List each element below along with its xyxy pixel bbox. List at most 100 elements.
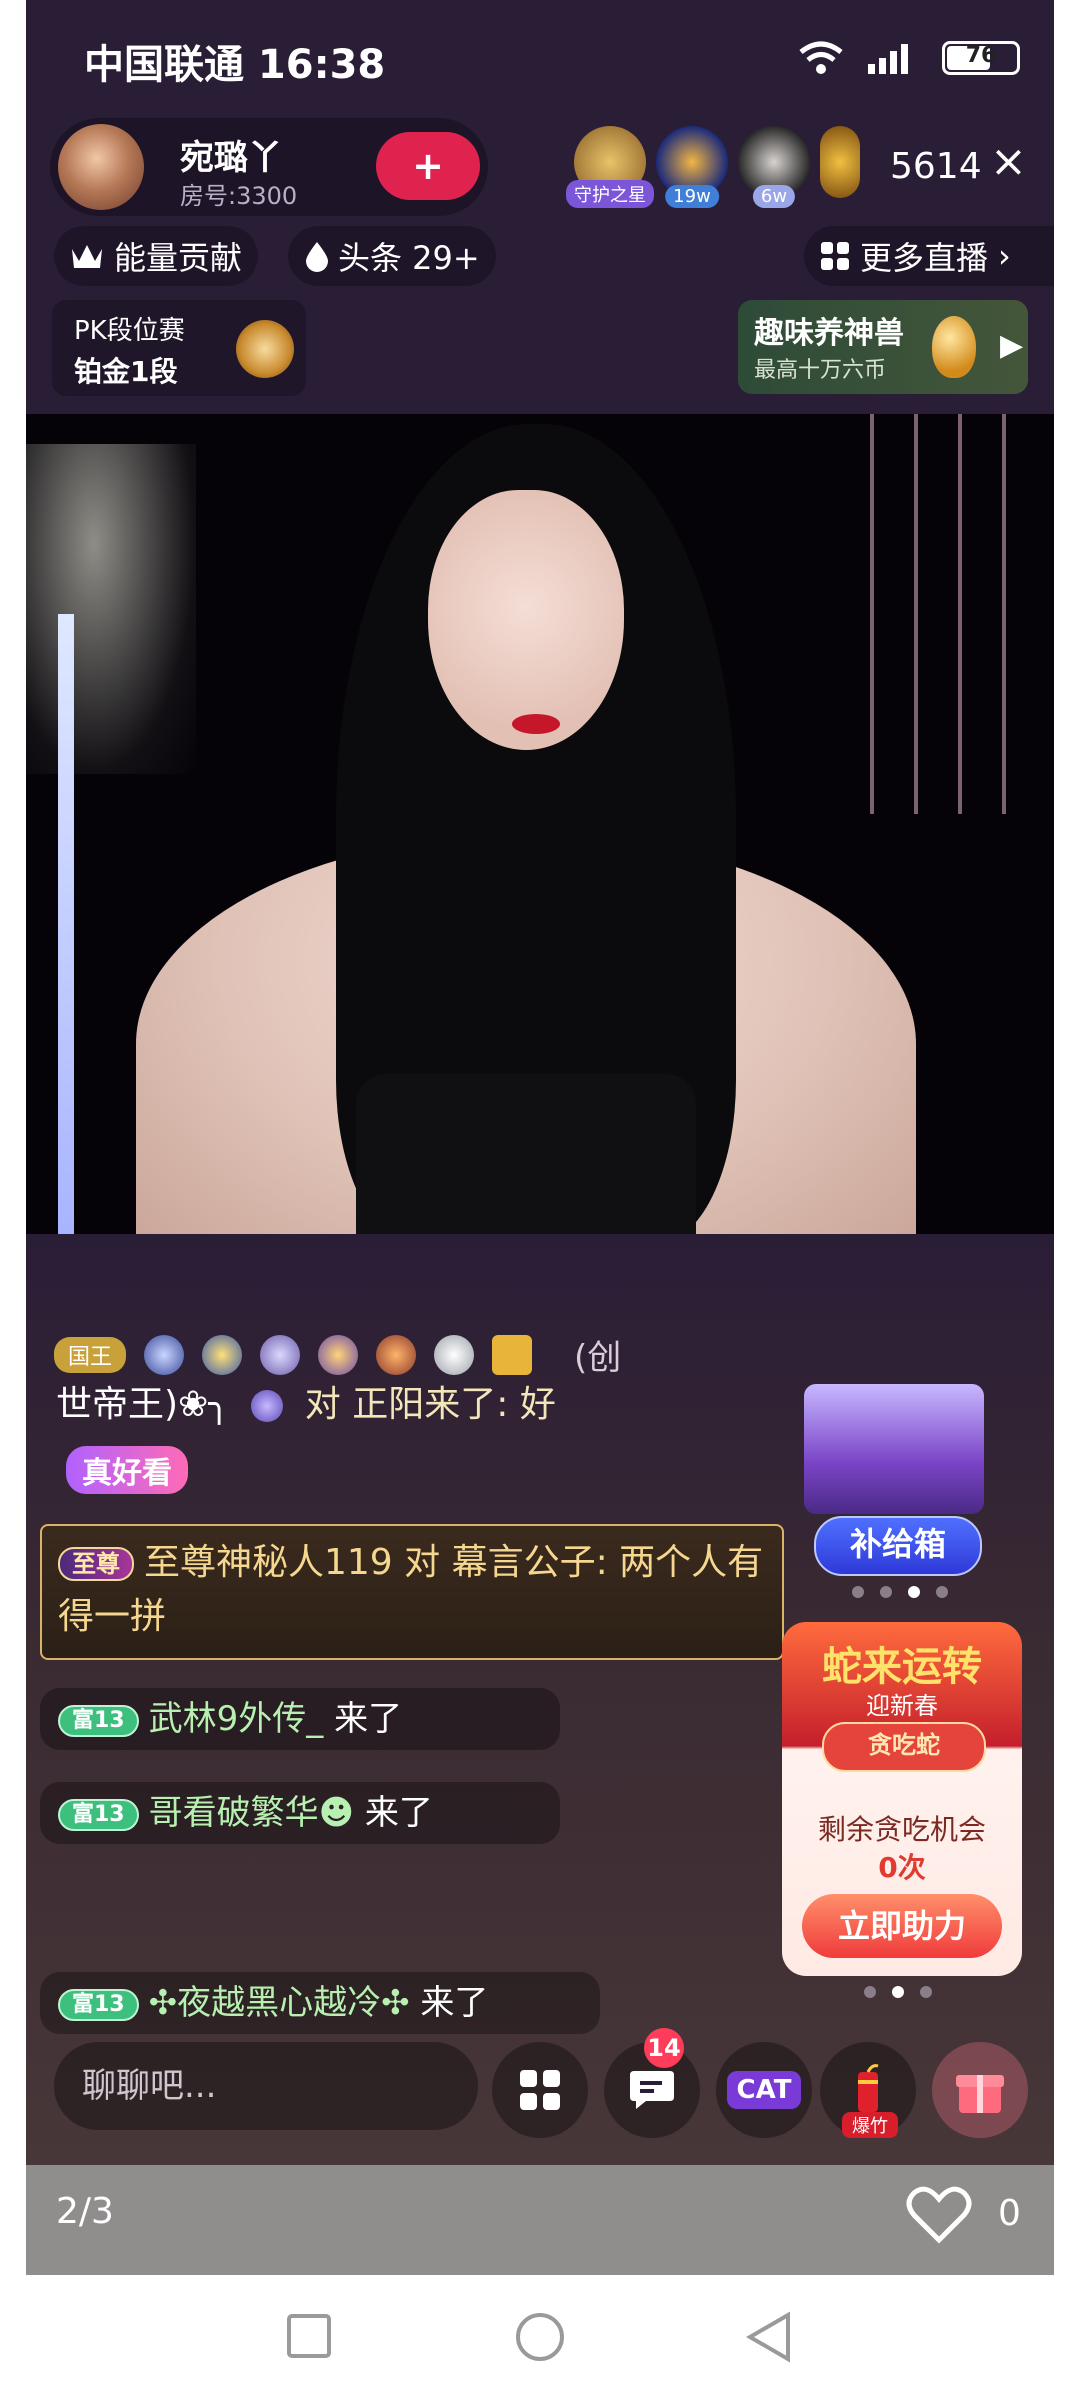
carousel-dots [852,1586,948,1598]
chat-text: 来了 [334,1699,403,1739]
remaining-count: 0次 [878,1851,926,1884]
grid-icon [520,2070,560,2110]
follow-button[interactable]: + [376,132,480,200]
chat-text: 来了 [364,1793,433,1833]
light-pole [58,614,74,1234]
viewer-badge: 19w [665,185,719,208]
more-menu-button[interactable] [492,2042,588,2138]
gift-icon [956,2075,1004,2113]
wing-badge-icon [434,1334,475,1375]
carousel-dot [892,1986,904,1998]
chat-username: ✣夜越黑心越冷✣ [148,1983,410,2023]
lion-badge-icon [376,1334,417,1375]
treasure-chest-icon[interactable] [804,1384,984,1514]
back-icon[interactable] [746,2311,792,2363]
firecracker-icon [858,2064,879,2112]
rich-level-badge: 富13 [58,1988,139,2021]
gift-button[interactable] [932,2042,1028,2138]
swirl-badge-icon [260,1334,301,1375]
host-card[interactable]: 宛璐丫 房号:3300 + [50,118,488,216]
top-viewers: 守护之星 19w 6w [566,126,860,208]
heart-icon[interactable] [906,2185,972,2245]
viewer-badge: 守护之星 [566,180,654,208]
viewer-count[interactable]: 5614 [890,146,982,187]
more-live-button[interactable]: 更多直播 › [804,226,1054,286]
pet-title: 趣味养神兽 [754,316,904,351]
viewer-avatar[interactable]: 19w [656,126,728,208]
wifi-icon [799,41,843,74]
rich-level-badge: 富13 [58,1704,139,1737]
chat-message[interactable]: 世帝王)❀╮ 对 正阳来了: 好 [56,1380,556,1430]
pk-rank: 铂金1段 [74,355,178,388]
snake-game-chip[interactable]: 贪吃蛇 [822,1722,986,1772]
remaining-label: 剩余贪吃机会 [817,1813,986,1846]
grid-icon [821,242,849,270]
egg-icon [932,316,976,378]
live-video[interactable] [26,414,1054,1234]
king-badge: 国王 [54,1336,127,1373]
circle-icon [517,2196,561,2240]
message-count-badge: 14 [644,2028,684,2068]
square-icon [317,2198,357,2238]
pk-rank-card[interactable]: PK段位赛 铂金1段 [52,300,306,396]
chat-line-tail: (创 [574,1338,622,1378]
carousel-dot [852,1586,864,1598]
viewer-badge: 6w [752,185,796,208]
headline-tab[interactable]: 头条 29+ [288,226,496,286]
carousel-dots [864,1986,932,1998]
system-navigation-bar [0,2275,1080,2388]
pet-promo-banner[interactable]: 趣味养神兽 最高十万六币 ▶ [738,300,1028,394]
host-name: 宛璐丫 [180,138,282,178]
firecracker-button[interactable]: 爆竹 [820,2042,916,2138]
snake-title: 蛇来运转 [822,1644,982,1690]
medal-icon [144,1334,185,1375]
viewer-avatar[interactable]: 守护之星 [566,126,654,208]
supply-box-button[interactable]: 补给箱 [814,1516,982,1576]
viewer-avatar[interactable]: 6w [738,126,810,208]
play-arrow-icon: ▶ [1000,328,1024,363]
chat-input[interactable]: 聊聊吧... [54,2042,478,2130]
rank-medal-icon [236,320,294,378]
swipe-overlay-bar: 2/3 0 [26,2165,1054,2275]
energy-contribution-tab[interactable]: 能量贡献 [54,226,259,286]
cracker-label: 爆竹 [842,2112,898,2138]
room-number: 房号:3300 [180,182,298,210]
sticker-text: 真好看 [66,1446,188,1494]
chat-message[interactable]: 富13 哥看破繁华☻ 来了 [40,1782,560,1844]
snake-subtitle: 迎新春 [866,1692,938,1720]
supreme-tag: 至尊 [58,1547,134,1581]
triangle-icon [736,2195,776,2241]
supreme-message[interactable]: 至尊 至尊神秘人119 对 幕言公子: 两个人有得一拼 [40,1524,784,1660]
chat-username: 世帝王)❀╮ [56,1384,230,1425]
home-icon[interactable] [514,2311,566,2363]
medal-icon [251,1390,284,1422]
streamer-face [428,490,624,750]
like-count: 0 [998,2193,1021,2234]
carrier-time: 中国联通 16:38 [84,42,386,88]
more-live-label: 更多直播 [860,239,989,277]
recent-apps-icon[interactable] [286,2313,332,2359]
chat-username: 哥看破繁华☻ [148,1793,355,1833]
help-now-button[interactable]: 立即助力 [802,1894,1002,1958]
live-room: 中国联通 16:38 76 宛璐丫 房号:3300 + 守护之星 19w 6w … [26,0,1054,2275]
chat-message[interactable]: 富13 ✣夜越黑心越冷✣ 来了 [40,1972,600,2034]
carousel-dot [864,1986,876,1998]
host-avatar[interactable] [58,124,144,210]
streamer-lips [512,714,560,734]
chat-text: 来了 [420,1983,489,2023]
snake-event-card[interactable]: 蛇来运转 迎新春 贪吃蛇 剩余贪吃机会 0次 立即助力 [782,1622,1022,1976]
page-indicator: 2/3 [56,2191,114,2232]
chat-message[interactable]: 富13 武林9外传_ 来了 [40,1688,560,1750]
close-icon[interactable]: × [990,136,1027,187]
bead-curtain [844,414,1034,814]
pet-subtitle: 最高十万六币 [754,358,887,383]
cat-game-button[interactable]: CAT [716,2042,812,2138]
signal-icon [868,44,908,74]
shield-badge-icon [318,1334,359,1375]
chat-bubble-icon [630,2071,674,2109]
energy-label: 能量贡献 [114,239,243,277]
status-bar: 中国联通 16:38 76 [26,0,1054,120]
chevron-right-icon: › [998,237,1011,275]
viewer-avatar[interactable] [820,126,860,198]
streamer-dress [356,1074,696,1234]
